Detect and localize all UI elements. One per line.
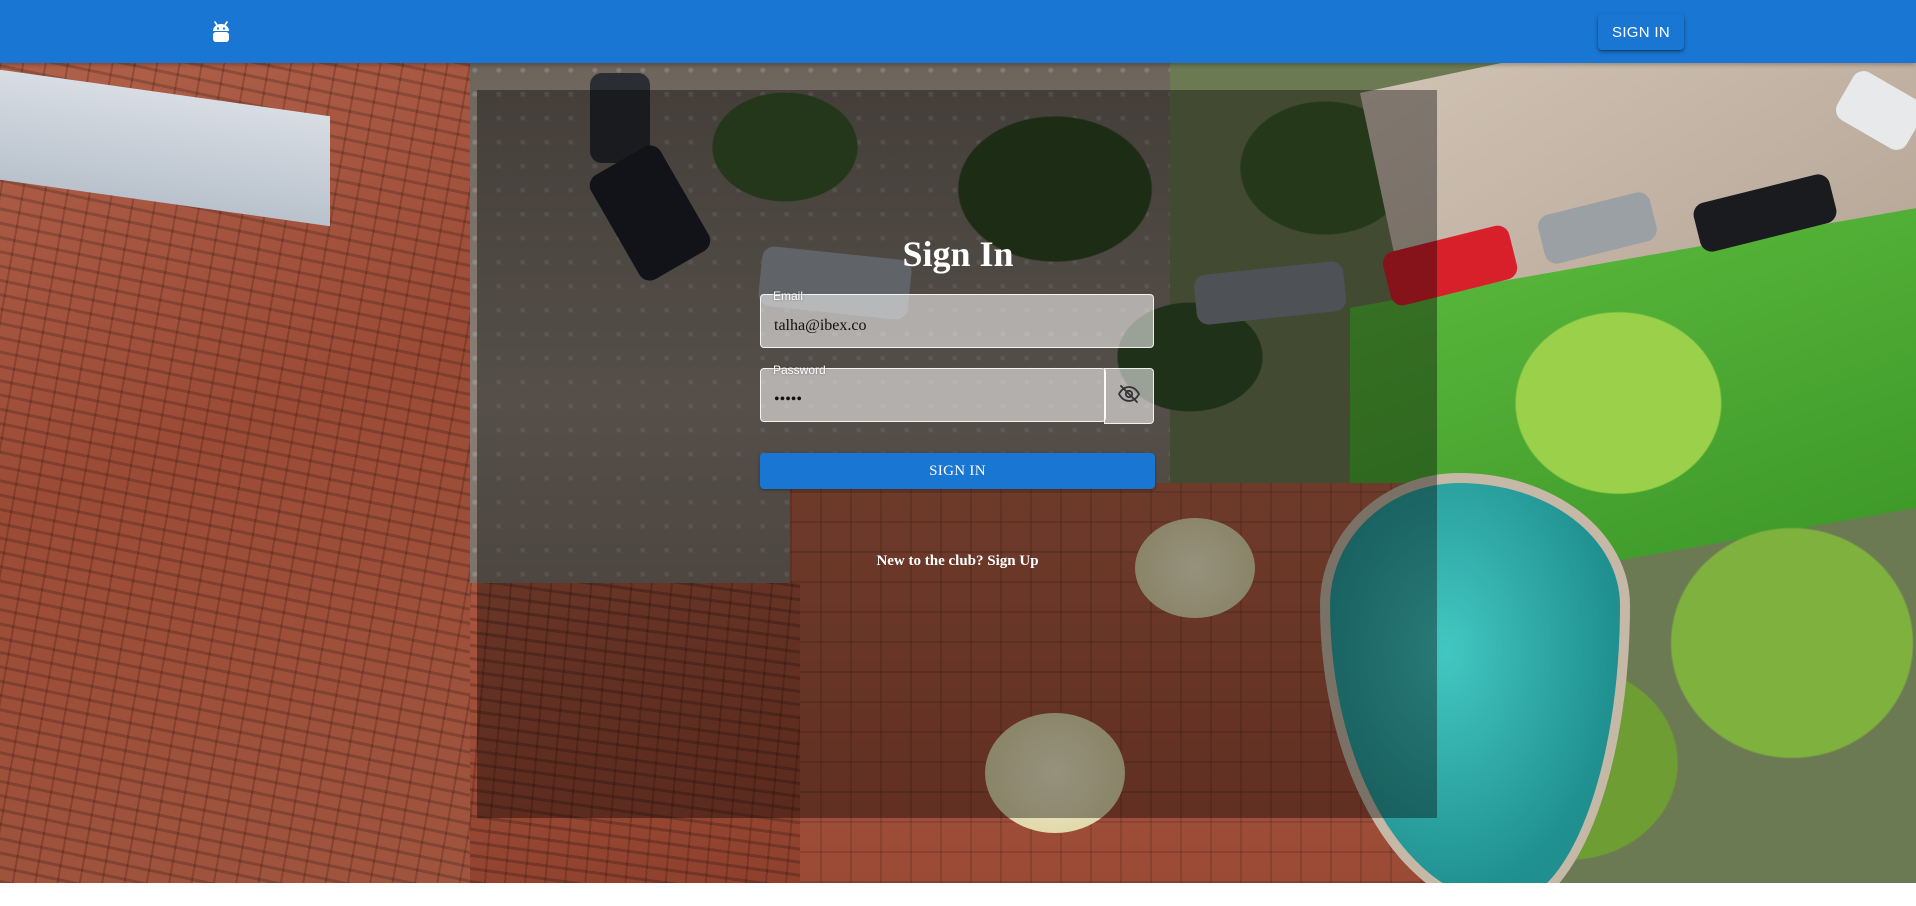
header-signin-button[interactable]: SIGN IN (1598, 14, 1684, 50)
eye-off-icon (1117, 384, 1141, 408)
email-input[interactable] (772, 314, 1116, 338)
signin-title: Sign In (902, 234, 1014, 274)
signup-link[interactable]: New to the club? Sign Up (760, 553, 1155, 570)
email-label: Email (773, 289, 804, 303)
top-app-bar: SIGN IN (0, 0, 1916, 63)
password-label: Password (773, 363, 826, 377)
android-icon[interactable] (211, 19, 231, 43)
email-field[interactable]: Email (760, 289, 1154, 348)
toggle-password-visibility-button[interactable] (1104, 368, 1154, 424)
signin-submit-button[interactable]: SIGN IN (760, 453, 1155, 489)
password-input[interactable] (772, 388, 1116, 412)
password-field[interactable]: Password (760, 363, 1154, 424)
